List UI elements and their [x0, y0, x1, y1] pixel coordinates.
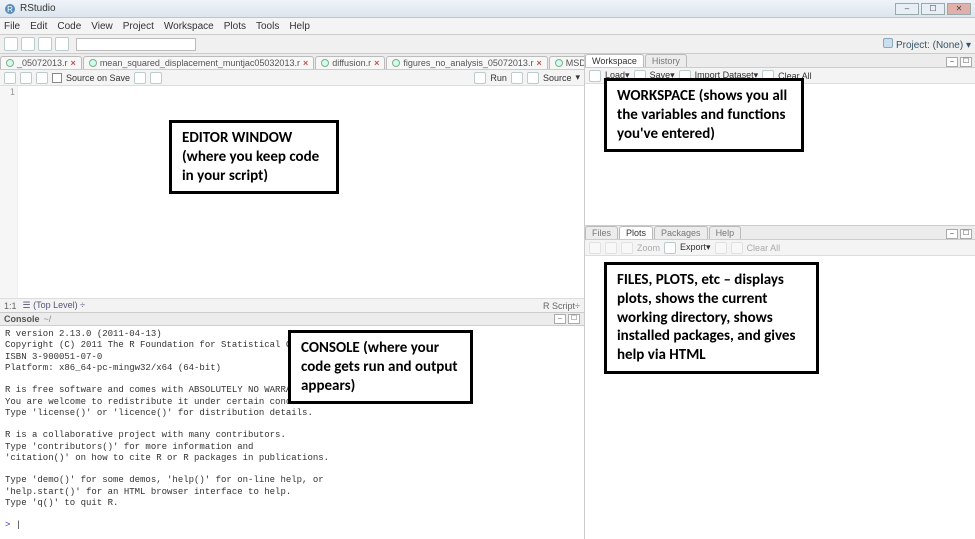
zoom-button[interactable]: Zoom	[637, 243, 660, 253]
close-button[interactable]: ✕	[947, 3, 971, 15]
tab-plots[interactable]: Plots	[619, 226, 653, 239]
tab-help[interactable]: Help	[709, 226, 742, 239]
pane-minimize-icon[interactable]: –	[946, 57, 958, 67]
new-file-icon[interactable]	[4, 37, 18, 51]
r-file-icon	[89, 59, 97, 67]
editor-tabs: _05072013.r× mean_squared_displacement_m…	[0, 54, 584, 70]
close-tab-icon[interactable]: ×	[536, 58, 541, 68]
source-on-save-checkbox[interactable]	[52, 73, 62, 83]
menu-file[interactable]: File	[4, 21, 20, 32]
save-file-icon[interactable]	[36, 72, 48, 84]
remove-plot-icon[interactable]	[715, 242, 727, 254]
annotation-editor: EDITOR WINDOW (where you keep code in yo…	[169, 120, 339, 194]
pane-maximize-icon[interactable]: ☐	[960, 57, 972, 67]
console-header: Console ~/ –☐	[0, 312, 584, 326]
r-file-icon	[555, 59, 563, 67]
workspace-tabs: Workspace History –☐	[585, 54, 975, 68]
main-menubar: File Edit Code View Project Workspace Pl…	[0, 18, 975, 35]
open-file-icon[interactable]	[21, 37, 35, 51]
editor-tab[interactable]: diffusion.r×	[315, 56, 385, 69]
tools-icon[interactable]	[150, 72, 162, 84]
app-icon: R	[4, 3, 16, 15]
console-prompt: >	[5, 520, 16, 530]
clear-plots-icon[interactable]	[731, 242, 743, 254]
console-output: R version 2.13.0 (2011-04-13) Copyright …	[5, 329, 334, 508]
menu-workspace[interactable]: Workspace	[164, 21, 214, 32]
console-cursor: |	[16, 520, 21, 530]
save-icon[interactable]	[38, 37, 52, 51]
console-title: Console	[4, 314, 40, 324]
close-tab-icon[interactable]: ×	[374, 58, 379, 68]
menu-plots[interactable]: Plots	[224, 21, 246, 32]
files-tabs: Files Plots Packages Help –☐	[585, 226, 975, 240]
editor-tab[interactable]: _05072013.r×	[0, 56, 82, 69]
load-icon[interactable]	[589, 70, 601, 82]
editor-statusbar: 1:1 ☰ (Top Level) ÷ R Script ÷	[0, 298, 584, 312]
plots-toolbar: Zoom Export▾ Clear All	[585, 240, 975, 256]
pane-minimize-icon[interactable]: –	[554, 314, 566, 324]
source-button[interactable]: Source	[543, 73, 572, 83]
editor-gutter: 1	[0, 86, 18, 298]
rerun-icon[interactable]	[511, 72, 523, 84]
cursor-pos: 1:1	[4, 301, 17, 311]
forward-icon[interactable]	[20, 72, 32, 84]
goto-file-input[interactable]	[76, 38, 196, 51]
file-type-label: R Script	[543, 301, 575, 311]
back-icon[interactable]	[4, 72, 16, 84]
console-path: ~/	[44, 314, 52, 324]
tab-history[interactable]: History	[645, 54, 687, 67]
zoom-icon[interactable]	[621, 242, 633, 254]
minimize-button[interactable]: –	[895, 3, 919, 15]
source-on-save-label: Source on Save	[66, 73, 130, 83]
annotation-console: CONSOLE (where your code gets run and ou…	[288, 330, 473, 404]
plot-prev-icon[interactable]	[589, 242, 601, 254]
close-tab-icon[interactable]: ×	[303, 58, 308, 68]
annotation-workspace: WORKSPACE (shows you all the variables a…	[604, 78, 804, 152]
print-icon[interactable]	[55, 37, 69, 51]
plot-next-icon[interactable]	[605, 242, 617, 254]
find-icon[interactable]	[134, 72, 146, 84]
r-file-icon	[6, 59, 14, 67]
editor-tab[interactable]: mean_squared_displacement_muntjac0503201…	[83, 56, 314, 69]
r-file-icon	[321, 59, 329, 67]
r-file-icon	[392, 59, 400, 67]
window-titlebar: R RStudio – ☐ ✕	[0, 0, 975, 18]
svg-text:R: R	[7, 5, 13, 14]
pane-minimize-icon[interactable]: –	[946, 229, 958, 239]
run-icon[interactable]	[474, 72, 486, 84]
editor-toolbar: Source on Save Run Source ▾	[0, 70, 584, 86]
tab-packages[interactable]: Packages	[654, 226, 708, 239]
scope-label[interactable]: ☰ (Top Level) ÷	[23, 300, 86, 311]
close-tab-icon[interactable]: ×	[71, 58, 76, 68]
menu-code[interactable]: Code	[57, 21, 81, 32]
pane-maximize-icon[interactable]: ☐	[960, 229, 972, 239]
source-icon[interactable]	[527, 72, 539, 84]
menu-project[interactable]: Project	[123, 21, 154, 32]
export-button[interactable]: Export▾	[680, 242, 711, 253]
menu-tools[interactable]: Tools	[256, 21, 279, 32]
annotation-files: FILES, PLOTS, etc – displays plots, show…	[604, 262, 819, 374]
tab-files[interactable]: Files	[585, 226, 618, 239]
clear-plots-button[interactable]: Clear All	[747, 243, 781, 253]
tab-workspace[interactable]: Workspace	[585, 54, 644, 67]
project-menu[interactable]: Project: (None) ▾	[883, 38, 971, 51]
export-icon[interactable]	[664, 242, 676, 254]
editor-tab[interactable]: MSD_04292013.R×	[549, 56, 584, 69]
pane-maximize-icon[interactable]: ☐	[568, 314, 580, 324]
run-button[interactable]: Run	[490, 73, 507, 83]
maximize-button[interactable]: ☐	[921, 3, 945, 15]
menu-help[interactable]: Help	[289, 21, 310, 32]
menu-edit[interactable]: Edit	[30, 21, 47, 32]
window-title: RStudio	[20, 3, 56, 14]
editor-tab[interactable]: figures_no_analysis_05072013.r×	[386, 56, 547, 69]
main-toolbar: Project: (None) ▾	[0, 35, 975, 54]
menu-view[interactable]: View	[91, 21, 113, 32]
